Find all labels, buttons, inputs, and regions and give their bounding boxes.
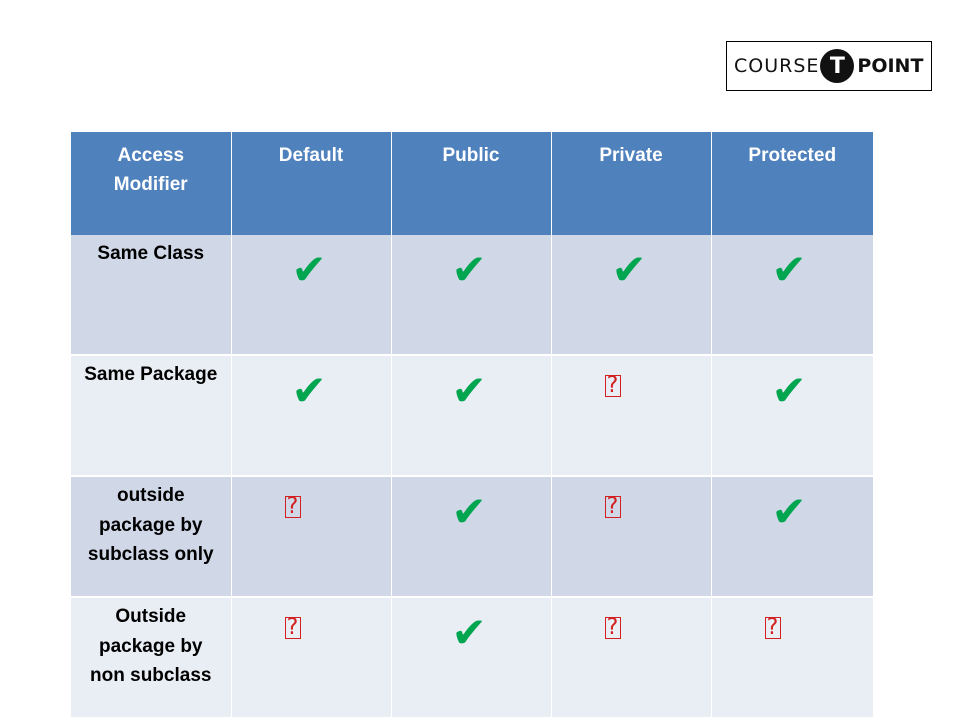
check-icon: ✔ — [451, 608, 487, 657]
cell-protected: ✔ — [711, 235, 873, 356]
check-icon: ✔ — [611, 245, 647, 294]
missing-glyph-icon: ? — [604, 375, 621, 397]
table-row: Outside package by non subclass ? ✔ ? ? — [71, 597, 873, 717]
missing-glyph-icon: ? — [284, 617, 301, 639]
cell-default: ? — [231, 597, 392, 717]
header-access-modifier: Access Modifier — [71, 132, 232, 235]
row-label: Outside package by non subclass — [71, 597, 232, 717]
check-icon: ✔ — [451, 487, 487, 536]
header-public: Public — [391, 132, 552, 235]
header-row: Access Modifier Default Public Private P… — [71, 132, 873, 235]
cell-default: ? — [231, 476, 392, 598]
missing-glyph-icon: ? — [764, 617, 781, 639]
cell-default: ✔ — [231, 235, 392, 356]
check-icon: ✔ — [771, 245, 807, 294]
missing-glyph-icon: ? — [604, 617, 621, 639]
check-icon: ✔ — [291, 366, 327, 415]
logo-text-point: POINT — [857, 55, 924, 77]
logo-t-icon: T — [820, 49, 855, 83]
cell-private: ? — [551, 476, 712, 598]
cell-private: ? — [551, 355, 712, 477]
table-row: outside package by subclass only ? ✔ ? ✔ — [71, 476, 873, 598]
row-label: outside package by subclass only — [71, 476, 232, 598]
cell-private: ✔ — [551, 235, 712, 356]
access-modifier-table: Access Modifier Default Public Private P… — [71, 132, 873, 717]
check-icon: ✔ — [451, 366, 487, 415]
check-icon: ✔ — [291, 245, 327, 294]
table-row: Same Package ✔ ✔ ? ✔ — [71, 355, 873, 477]
header-private: Private — [551, 132, 712, 235]
missing-glyph-icon: ? — [284, 496, 301, 518]
cell-public: ✔ — [391, 597, 552, 717]
coursetpoint-logo: COURSE T POINT — [726, 41, 932, 91]
cell-public: ✔ — [391, 235, 552, 356]
cell-protected: ? — [711, 597, 873, 717]
header-default: Default — [231, 132, 392, 235]
cell-protected: ✔ — [711, 355, 873, 477]
check-icon: ✔ — [771, 487, 807, 536]
cell-default: ✔ — [231, 355, 392, 477]
check-icon: ✔ — [771, 366, 807, 415]
cell-protected: ✔ — [711, 476, 873, 598]
logo-text-course: COURSE — [734, 55, 820, 77]
table-row: Same Class ✔ ✔ ✔ ✔ — [71, 235, 873, 356]
check-icon: ✔ — [451, 245, 487, 294]
header-protected: Protected — [711, 132, 873, 235]
row-label: Same Class — [71, 235, 232, 356]
cell-private: ? — [551, 597, 712, 717]
cell-public: ✔ — [391, 476, 552, 598]
cell-public: ✔ — [391, 355, 552, 477]
row-label: Same Package — [71, 355, 232, 477]
missing-glyph-icon: ? — [604, 496, 621, 518]
